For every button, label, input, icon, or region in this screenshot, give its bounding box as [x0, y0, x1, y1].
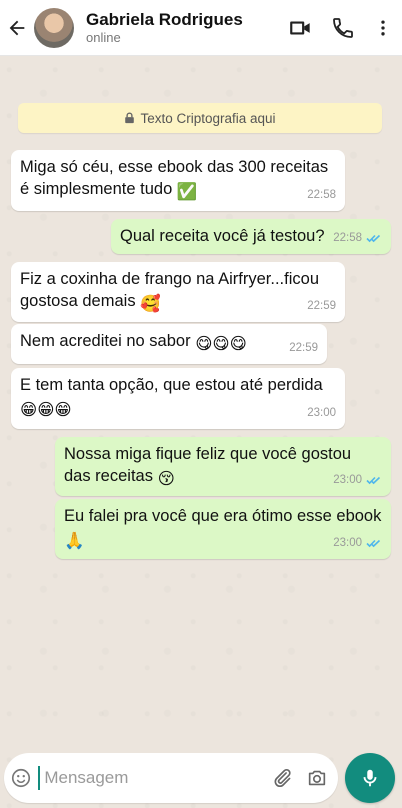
- message-bubble-outgoing[interactable]: Qual receita você já testou? 22:58: [111, 219, 391, 254]
- camera-icon: [308, 770, 325, 786]
- smiling-hearts-emoji: 🥰: [140, 295, 161, 313]
- emoji-icon: [12, 768, 31, 788]
- grin-emoji: 😁😁😁: [20, 401, 72, 419]
- lock-icon: [125, 112, 135, 124]
- message-text: gostosa demais: [20, 292, 136, 310]
- message-time: 22:59: [307, 300, 336, 312]
- message-time: 23:00: [333, 474, 362, 486]
- read-ticks-icon: [366, 538, 382, 548]
- message-bubble-incoming[interactable]: Fiz a coxinha de frango na Airfryer...fi…: [11, 262, 345, 322]
- camera-button[interactable]: [300, 753, 334, 803]
- message-input[interactable]: [38, 766, 266, 790]
- message-text: Eu falei pra você que era ótimo esse ebo…: [64, 507, 382, 525]
- message-bubble-outgoing[interactable]: Eu falei pra você que era ótimo esse ebo…: [55, 499, 391, 559]
- message-time: 23:00: [333, 537, 362, 549]
- more-options-button[interactable]: [364, 0, 402, 56]
- folded-hands-emoji: 🙏: [64, 532, 85, 550]
- phone-icon: [333, 17, 353, 38]
- message-time: 22:58: [333, 232, 362, 244]
- contact-info[interactable]: Gabriela Rodrigues online: [86, 10, 280, 46]
- video-call-icon: [290, 21, 310, 34]
- attach-icon: [275, 769, 292, 788]
- message-bubble-incoming[interactable]: E tem tanta opção, que estou até perdida…: [11, 368, 345, 429]
- encryption-notice[interactable]: Texto Criptografia aqui: [18, 103, 382, 133]
- message-meta: 22:59: [307, 295, 336, 317]
- mic-icon: [363, 769, 377, 787]
- back-arrow-icon: [9, 20, 25, 35]
- contact-name: Gabriela Rodrigues: [86, 9, 243, 29]
- message-time: 22:58: [307, 189, 336, 201]
- message-meta: 22:59: [289, 337, 318, 359]
- chat-area[interactable]: Texto Criptografia aqui Miga só céu, ess…: [0, 56, 402, 746]
- attach-button[interactable]: [265, 753, 299, 803]
- message-meta: 22:58: [333, 227, 382, 249]
- message-text: Nossa miga fique feliz que você gostou: [64, 445, 352, 463]
- contact-status: online: [86, 29, 121, 45]
- message-bubble-outgoing[interactable]: Nossa miga fique feliz que você gostou d…: [55, 437, 391, 496]
- message-time: 23:00: [307, 407, 336, 419]
- kissing-emoji: 😚: [157, 470, 175, 488]
- chat-header: Gabriela Rodrigues online: [0, 0, 402, 56]
- message-meta: 23:00: [307, 402, 336, 424]
- message-text: é simplesmente tudo: [20, 180, 173, 198]
- read-ticks-icon: [366, 475, 382, 485]
- message-bubble-incoming[interactable]: Nem acreditei no sabor 😋😋😋 22:59: [11, 324, 327, 364]
- message-text: E tem tanta opção, que estou até perdida: [20, 376, 323, 394]
- message-text: Nem acreditei no sabor: [20, 332, 191, 350]
- yum-emoji: 😋😋😋: [195, 335, 247, 353]
- encryption-text: Texto Criptografia aqui: [140, 110, 276, 126]
- message-time: 22:59: [289, 342, 318, 354]
- emoji-button[interactable]: [4, 753, 38, 803]
- video-call-button[interactable]: [280, 0, 322, 56]
- message-meta: 23:00: [333, 469, 382, 491]
- message-meta: 23:00: [333, 532, 382, 554]
- message-bubble-incoming[interactable]: Miga só céu, esse ebook das 300 receitas…: [11, 150, 345, 211]
- more-vert-icon: [381, 20, 385, 35]
- message-text: Fiz a coxinha de frango na Airfryer...fi…: [20, 270, 319, 288]
- back-button[interactable]: [2, 0, 32, 56]
- avatar[interactable]: [34, 7, 74, 48]
- read-ticks-icon: [366, 233, 382, 243]
- check-mark-emoji: ✅: [176, 183, 198, 201]
- message-text: Miga só céu, esse ebook das 300 receitas: [20, 158, 329, 176]
- message-meta: 22:58: [307, 184, 336, 206]
- message-text: das receitas: [64, 467, 153, 485]
- mic-button[interactable]: [345, 753, 395, 803]
- voice-call-button[interactable]: [322, 0, 364, 56]
- message-composer: [4, 753, 338, 803]
